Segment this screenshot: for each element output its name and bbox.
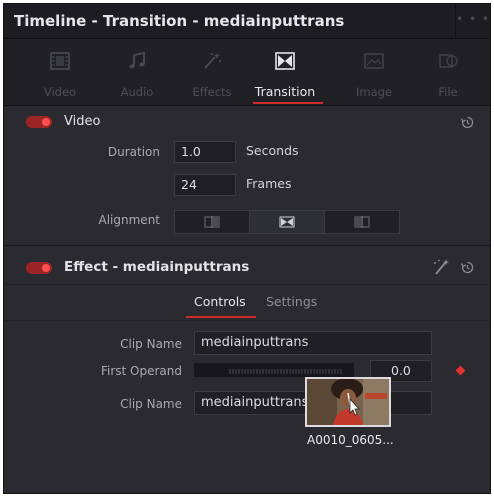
- active-tab-underline: [253, 102, 323, 104]
- dragged-clip-thumbnail[interactable]: [305, 377, 391, 427]
- duration-label: Duration: [107, 145, 160, 159]
- subtab-controls[interactable]: Controls: [194, 294, 246, 309]
- tab-video[interactable]: Video: [26, 39, 94, 105]
- tab-audio-label: Audio: [120, 85, 154, 99]
- panel-title: Timeline - Transition - mediainputtrans: [14, 12, 345, 30]
- effect-enable-toggle[interactable]: [26, 262, 52, 274]
- video-enable-toggle[interactable]: [26, 116, 52, 128]
- align-end-button[interactable]: [325, 211, 400, 233]
- start-on-edit-icon: [204, 216, 220, 228]
- tab-file-label: File: [438, 85, 458, 99]
- inspector-panel: Timeline - Transition - mediainputtrans …: [3, 3, 491, 494]
- tab-transition[interactable]: Transition: [251, 39, 323, 105]
- magic-wand-icon[interactable]: [432, 259, 450, 275]
- tab-image-label: Image: [355, 85, 393, 99]
- alignment-label: Alignment: [98, 213, 160, 227]
- magic-wand-icon: [204, 53, 221, 69]
- align-center-button[interactable]: [250, 211, 325, 233]
- effect-section-header: Effect - mediainputtrans: [4, 246, 490, 278]
- align-start-button[interactable]: [175, 211, 250, 233]
- file-icon: [439, 54, 458, 68]
- tab-audio[interactable]: Audio: [103, 39, 171, 105]
- tab-image[interactable]: Image: [340, 39, 408, 105]
- tab-effects[interactable]: Effects: [178, 39, 246, 105]
- end-on-edit-icon: [354, 216, 370, 228]
- alignment-selector: [174, 210, 400, 234]
- image-icon: [364, 53, 384, 69]
- clip-name-label-2: Clip Name: [120, 397, 182, 411]
- clip-name-label: Clip Name: [120, 337, 182, 351]
- music-note-icon: [129, 52, 145, 69]
- subtab-settings[interactable]: Settings: [266, 294, 317, 309]
- first-operand-slider[interactable]: [194, 363, 354, 377]
- more-dots-icon[interactable]: • • •: [455, 4, 490, 38]
- tab-effects-label: Effects: [192, 85, 232, 99]
- title-bar: Timeline - Transition - mediainputtrans …: [4, 4, 490, 39]
- tab-video-label: Video: [43, 85, 77, 99]
- seconds-unit-label: Seconds: [246, 143, 299, 158]
- clip-thumbnail-image: [307, 379, 389, 425]
- transition-icon: [275, 52, 295, 70]
- inspector-tabs: Video Audio Effects Transition Image Fil…: [4, 39, 490, 106]
- tab-file[interactable]: File: [414, 39, 482, 105]
- clip-name-field[interactable]: mediainputtrans: [194, 331, 432, 355]
- video-grid-icon: [50, 52, 70, 70]
- dragged-clip-caption: A0010_0605...: [307, 433, 394, 447]
- frames-unit-label: Frames: [246, 176, 292, 191]
- video-section-header: Video: [4, 106, 490, 138]
- subheader-divider: [4, 284, 490, 285]
- video-section-title: Video: [64, 114, 101, 129]
- controls-divider: [4, 320, 490, 321]
- tab-transition-label: Transition: [254, 84, 316, 99]
- duration-frames-field[interactable]: 24: [174, 174, 236, 196]
- reset-icon[interactable]: [461, 261, 474, 274]
- reset-icon[interactable]: [461, 116, 474, 129]
- subtab-underline: [186, 316, 256, 318]
- center-on-edit-icon: [279, 216, 295, 228]
- effect-section-title: Effect - mediainputtrans: [64, 259, 250, 275]
- duration-seconds-field[interactable]: 1.0: [174, 141, 236, 163]
- first-operand-label: First Operand: [100, 364, 182, 378]
- slider-track: [229, 369, 342, 374]
